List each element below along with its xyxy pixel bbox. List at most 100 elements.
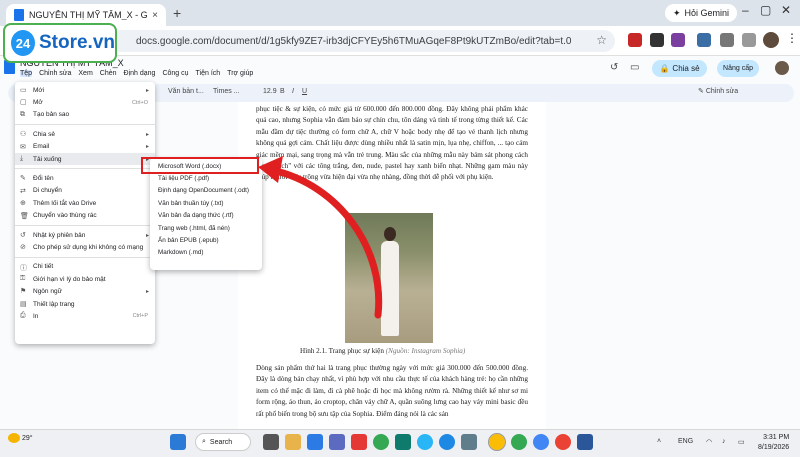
menu-item-icon: ⤓ bbox=[20, 154, 24, 162]
download-format-item[interactable]: Trang web (.html, đã nén) bbox=[150, 222, 262, 234]
extension-icon[interactable] bbox=[650, 33, 664, 47]
menu-separator bbox=[15, 224, 155, 226]
menu-item-label: Di chuyển bbox=[33, 187, 62, 195]
clock[interactable]: 3:31 PM 8/19/2026 bbox=[758, 433, 789, 453]
submenu-arrow-icon: ▸ bbox=[145, 87, 149, 94]
battery-icon[interactable]: ▭ bbox=[738, 438, 745, 446]
extensions-puzzle-icon[interactable] bbox=[720, 33, 734, 47]
menu-item-label: Mới bbox=[33, 86, 45, 94]
history-icon[interactable]: ↺ bbox=[610, 62, 622, 74]
file-menu-item[interactable]: ✎ Đổi tên bbox=[15, 172, 155, 184]
menu-tools[interactable]: Công cụ bbox=[162, 70, 188, 77]
gemini-button[interactable]: ✦ Hỏi Gemini bbox=[665, 4, 738, 22]
menu-edit[interactable]: Chỉnh sửa bbox=[39, 70, 71, 77]
wifi-icon[interactable]: ◠ bbox=[706, 438, 712, 446]
download-format-item[interactable]: Văn bản đa dạng thức (.rtf) bbox=[150, 210, 262, 222]
file-menu-item[interactable]: ⚑ Ngôn ngữ ▸ bbox=[15, 285, 155, 297]
menu-item-label: Nhật ký phiên bản bbox=[33, 231, 86, 239]
tray-chevron-icon[interactable]: ˄ bbox=[657, 438, 661, 445]
language-indicator[interactable]: ENG bbox=[678, 438, 693, 445]
italic-icon[interactable]: I bbox=[292, 88, 294, 95]
file-menu-item[interactable]: ⚿ Giới hạn vì lý do bảo mật bbox=[15, 273, 155, 285]
volume-icon[interactable]: ♪ bbox=[722, 438, 726, 445]
download-format-item[interactable]: Ấn bản EPUB (.epub) bbox=[150, 234, 262, 246]
address-bar[interactable]: docs.google.com/document/d/1g5kfy9ZE7-ir… bbox=[110, 30, 615, 52]
telegram-icon[interactable] bbox=[417, 434, 433, 450]
youtube-icon[interactable] bbox=[351, 434, 367, 450]
menu-insert[interactable]: Chèn bbox=[100, 70, 117, 77]
menu-separator bbox=[15, 256, 155, 258]
download-format-item[interactable]: Định dạng OpenDocument (.odt) bbox=[150, 185, 262, 197]
app-icon[interactable] bbox=[307, 434, 323, 450]
caption-source: (Nguồn: Instagram Sophia) bbox=[385, 347, 466, 355]
taskview-icon[interactable] bbox=[263, 434, 279, 450]
file-menu-item[interactable]: ⧉ Tạo bản sao bbox=[15, 109, 155, 121]
file-menu-item[interactable]: ▤ Thiết lập trang bbox=[15, 298, 155, 310]
extension-icon[interactable] bbox=[628, 33, 642, 47]
menu-format[interactable]: Định dạng bbox=[124, 70, 156, 77]
start-icon[interactable] bbox=[170, 434, 186, 450]
file-explorer-icon[interactable] bbox=[285, 434, 301, 450]
app-icon[interactable] bbox=[395, 434, 411, 450]
menu-item-label: Tạo bản sao bbox=[33, 111, 70, 119]
close-tab-icon[interactable]: × bbox=[152, 10, 158, 21]
close-window-button[interactable]: ✕ bbox=[781, 3, 791, 17]
font-select[interactable]: Times ... bbox=[213, 88, 240, 95]
underline-icon[interactable]: U bbox=[302, 88, 307, 95]
bookmark-star-icon[interactable]: ☆ bbox=[596, 33, 607, 47]
comments-icon[interactable]: ▭ bbox=[630, 62, 642, 74]
editing-mode-select[interactable]: ✎ Chỉnh sửa bbox=[698, 87, 738, 95]
download-format-item[interactable]: Văn bản thuần túy (.txt) bbox=[150, 197, 262, 209]
style-select[interactable]: Văn bản t... bbox=[168, 88, 204, 95]
file-menu-item[interactable]: ⓘ Chi tiết bbox=[15, 261, 155, 273]
menu-item-icon: ⧉ bbox=[20, 110, 25, 118]
chrome-icon[interactable] bbox=[511, 434, 527, 450]
file-menu-item[interactable]: ⊕ Thêm lối tắt vào Drive bbox=[15, 197, 155, 209]
address-text: docs.google.com/document/d/1g5kfy9ZE7-ir… bbox=[136, 35, 572, 47]
download-format-item[interactable]: Tài liệu PDF (.pdf) bbox=[150, 172, 262, 184]
menu-item-icon: ✉ bbox=[20, 143, 26, 151]
file-menu-item[interactable]: ⊘ Cho phép sử dụng khi không có mạng bbox=[15, 241, 155, 253]
logo-badge: 24 bbox=[11, 30, 35, 56]
chrome-active-icon[interactable] bbox=[488, 433, 506, 451]
word-icon[interactable] bbox=[577, 434, 593, 450]
profile-avatar[interactable] bbox=[763, 32, 779, 48]
upgrade-button[interactable]: Nâng cấp bbox=[717, 60, 759, 77]
app-icon[interactable] bbox=[329, 434, 345, 450]
chrome-icon[interactable] bbox=[373, 434, 389, 450]
file-menu-item[interactable]: ⤓ Tải xuống ▸ bbox=[15, 152, 155, 166]
menu-extensions[interactable]: Tiện ích bbox=[196, 70, 221, 77]
menu-file[interactable]: Tệp bbox=[20, 70, 33, 77]
figure-caption: Hình 2.1. Trang phục sự kiện (Nguồn: Ins… bbox=[300, 347, 465, 355]
chrome-icon[interactable] bbox=[555, 434, 571, 450]
app-icon[interactable] bbox=[461, 434, 477, 450]
extension-icon[interactable] bbox=[697, 33, 711, 47]
file-menu-item[interactable]: ⇄ Di chuyển bbox=[15, 185, 155, 197]
browser-menu-icon[interactable]: ⋮ bbox=[786, 31, 798, 45]
font-size-input[interactable]: 12.9 bbox=[263, 88, 277, 95]
file-menu-item[interactable]: ⎙ In Ctrl+P bbox=[15, 310, 155, 322]
doc-avatar[interactable] bbox=[775, 61, 789, 75]
taskbar-search[interactable]: ⌕ Search bbox=[195, 433, 251, 451]
download-format-item[interactable]: Markdown (.md) bbox=[150, 247, 262, 259]
download-icon[interactable] bbox=[742, 33, 756, 47]
file-menu-item[interactable]: ▭ Mới ▸ bbox=[15, 84, 155, 96]
file-menu: ▭ Mới ▸ ▢ Mở Ctrl+O ⧉ Tạo bản sao ⚇ Chia sẻ ▸ ✉ Emai… bbox=[15, 82, 155, 344]
file-menu-item[interactable]: ⚇ Chia sẻ ▸ bbox=[15, 128, 155, 140]
chrome-icon[interactable] bbox=[533, 434, 549, 450]
menu-item-label: Mở bbox=[33, 99, 43, 107]
weather-widget[interactable]: 29° bbox=[8, 433, 33, 443]
share-button[interactable]: 🔒 Chia sẻ bbox=[652, 60, 707, 77]
zalo-icon[interactable] bbox=[439, 434, 455, 450]
new-tab-button[interactable]: + bbox=[173, 5, 181, 21]
file-menu-item[interactable]: 🗑 Chuyển vào thùng rác bbox=[15, 210, 155, 222]
bold-icon[interactable]: B bbox=[280, 88, 285, 95]
file-menu-item[interactable]: ✉ Email ▸ bbox=[15, 141, 155, 153]
minimize-button[interactable]: – bbox=[742, 3, 749, 17]
file-menu-item[interactable]: ▢ Mở Ctrl+O bbox=[15, 96, 155, 108]
maximize-button[interactable]: ▢ bbox=[760, 3, 771, 17]
menu-view[interactable]: Xem bbox=[78, 70, 92, 77]
menu-help[interactable]: Trợ giúp bbox=[227, 70, 253, 77]
extension-icon[interactable] bbox=[671, 33, 685, 47]
file-menu-item[interactable]: ↺ Nhật ký phiên bản ▸ bbox=[15, 229, 155, 241]
